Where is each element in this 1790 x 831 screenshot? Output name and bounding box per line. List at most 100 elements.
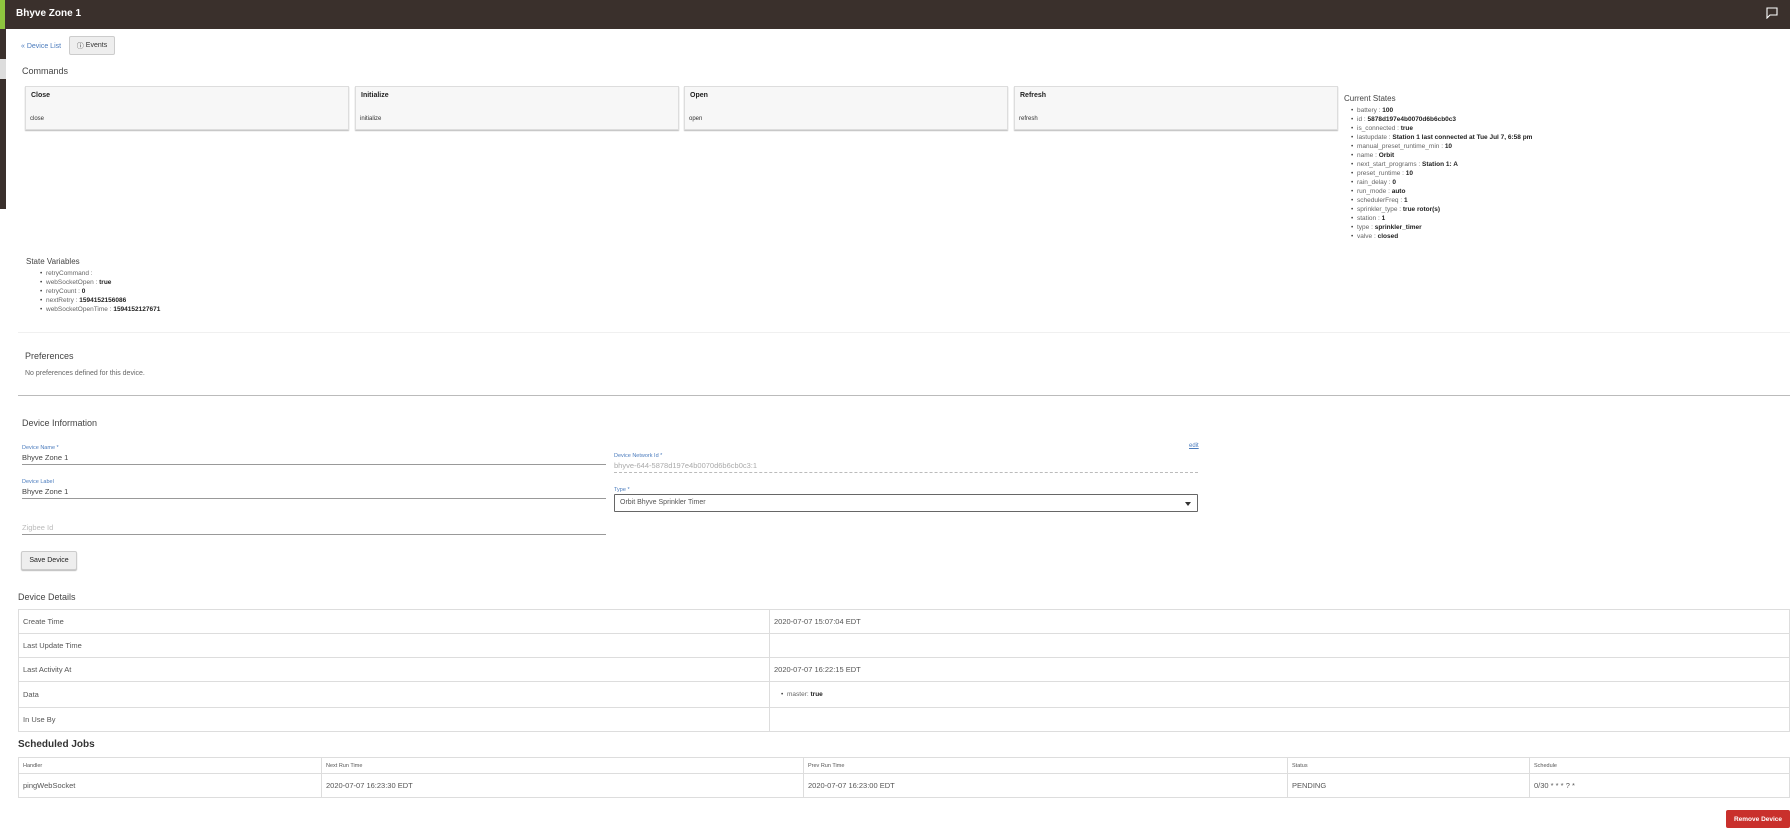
column-header: Schedule — [1529, 757, 1790, 774]
state-item: id : 5878d197e4b0070d6b6cb0c3 — [1344, 115, 1532, 124]
command-arg: refresh — [1019, 116, 1038, 122]
side-strip-highlight — [0, 59, 6, 79]
scheduled-jobs-title: Scheduled Jobs — [18, 739, 95, 750]
state-variable-item: webSocketOpen : true — [26, 278, 160, 287]
top-bar: Bhyve Zone 1 — [0, 0, 1790, 29]
last-activity-value: 2020-07-07 16:22:15 EDT — [769, 657, 1790, 682]
state-item: rain_delay : 0 — [1344, 178, 1532, 187]
command-name: Open — [690, 92, 708, 99]
table-header-row: Handler Next Run Time Prev Run Time Stat… — [18, 757, 1790, 774]
device-label-input[interactable]: Bhyve Zone 1 — [22, 485, 606, 499]
state-item: schedulerFreq : 1 — [1344, 196, 1532, 205]
events-button[interactable]: ⓘ Events — [69, 36, 115, 55]
type-select-value: Orbit Bhyve Sprinkler Timer — [620, 499, 706, 506]
top-bar-accent — [0, 0, 5, 29]
preferences-panel: Preferences No preferences defined for t… — [18, 332, 1790, 396]
command-arg: open — [689, 116, 703, 122]
info-icon: ⓘ — [76, 42, 84, 50]
column-header: Next Run Time — [321, 757, 804, 774]
device-name-input[interactable]: Bhyve Zone 1 — [22, 451, 606, 465]
remove-device-button[interactable]: Remove Device — [1726, 810, 1790, 828]
data-value: master: true — [769, 681, 1790, 708]
command-refresh-button[interactable]: Refresh refresh — [1014, 86, 1338, 130]
command-name: Close — [31, 92, 51, 99]
column-header: Handler — [18, 757, 322, 774]
device-label-field[interactable]: Device Label Bhyve Zone 1 — [22, 479, 606, 499]
device-information-title: Device Information — [22, 418, 98, 428]
column-header: Prev Run Time — [803, 757, 1288, 774]
side-strip — [0, 29, 6, 209]
edit-network-id-link[interactable]: edit — [1189, 443, 1199, 449]
type-label: Type * — [614, 487, 630, 493]
job-next-run: 2020-07-07 16:23:30 EDT — [321, 773, 804, 798]
table-row: pingWebSocket 2020-07-07 16:23:30 EDT 20… — [18, 773, 1790, 798]
zigbee-id-input[interactable]: Zigbee Id — [22, 521, 606, 535]
state-item: battery : 100 — [1344, 106, 1532, 115]
save-device-button[interactable]: Save Device — [21, 551, 77, 570]
state-item: next_start_programs : Station 1: A — [1344, 160, 1532, 169]
device-details-table: Create Time 2020-07-07 15:07:04 EDT Last… — [18, 609, 1790, 732]
command-arg: initialize — [360, 116, 382, 122]
data-item: master: true — [774, 690, 1785, 699]
current-states: Current States battery : 100 id : 5878d1… — [1344, 94, 1532, 241]
command-open-button[interactable]: Open open — [684, 86, 1008, 130]
type-select[interactable]: Orbit Bhyve Sprinkler Timer — [614, 494, 1198, 512]
current-states-title: Current States — [1344, 94, 1396, 103]
state-item: type : sprinkler_timer — [1344, 223, 1532, 232]
state-variable-item: retryCount : 0 — [26, 287, 160, 296]
device-name-field[interactable]: Device Name * Bhyve Zone 1 — [22, 445, 606, 465]
type-label-wrap: Type * — [614, 487, 1198, 493]
state-variable-item: nextRetry : 1594152156086 — [26, 296, 160, 305]
current-states-list: battery : 100 id : 5878d197e4b0070d6b6cb… — [1344, 106, 1532, 241]
state-variable-item: retryCommand : — [26, 269, 160, 278]
state-variables-list: retryCommand : webSocketOpen : true retr… — [26, 269, 160, 314]
state-item: valve : closed — [1344, 232, 1532, 241]
state-item: is_connected : true — [1344, 124, 1532, 133]
zigbee-id-field[interactable]: Zigbee Id — [22, 521, 606, 535]
events-label: Events — [85, 42, 108, 49]
command-initialize-button[interactable]: Initialize initialize — [355, 86, 679, 130]
feedback-icon[interactable] — [1766, 7, 1778, 19]
in-use-label: In Use By — [18, 707, 770, 732]
preferences-text: No preferences defined for this device. — [25, 370, 145, 377]
state-variables-title: State Variables — [26, 257, 80, 266]
state-item: preset_runtime : 10 — [1344, 169, 1532, 178]
network-id-input: bhyve-644-5878d197e4b0070d6b6cb0c3:1 — [614, 459, 1198, 473]
chevron-down-icon — [1185, 502, 1191, 506]
job-prev-run: 2020-07-07 16:23:00 EDT — [803, 773, 1288, 798]
state-item: station : 1 — [1344, 214, 1532, 223]
job-status: PENDING — [1287, 773, 1530, 798]
state-variables: State Variables retryCommand : webSocket… — [26, 257, 160, 314]
table-row: Last Activity At 2020-07-07 16:22:15 EDT — [18, 657, 1790, 682]
device-details-title: Device Details — [18, 592, 76, 602]
create-time-value: 2020-07-07 15:07:04 EDT — [769, 609, 1790, 634]
job-schedule: 0/30 * * * ? * — [1529, 773, 1790, 798]
column-header: Status — [1287, 757, 1530, 774]
job-handler: pingWebSocket — [18, 773, 322, 798]
state-item: lastupdate : Station 1 last connected at… — [1344, 133, 1532, 142]
commands-title: Commands — [22, 66, 69, 76]
command-name: Initialize — [361, 92, 389, 99]
preferences-title: Preferences — [25, 351, 74, 361]
create-time-label: Create Time — [18, 609, 770, 634]
network-id-field: Device Network Id * bhyve-644-5878d197e4… — [614, 453, 1198, 473]
last-update-value — [769, 633, 1790, 658]
table-row: Last Update Time — [18, 633, 1790, 658]
command-name: Refresh — [1020, 92, 1047, 99]
last-update-label: Last Update Time — [18, 633, 770, 658]
last-activity-label: Last Activity At — [18, 657, 770, 682]
command-arg: close — [30, 116, 45, 122]
state-item: manual_preset_runtime_min : 10 — [1344, 142, 1532, 151]
data-label: Data — [18, 681, 770, 708]
table-row: In Use By — [18, 707, 1790, 732]
state-item: name : Orbit — [1344, 151, 1532, 160]
scheduled-jobs-table: Handler Next Run Time Prev Run Time Stat… — [18, 757, 1790, 798]
state-item: run_mode : auto — [1344, 187, 1532, 196]
page-title: Bhyve Zone 1 — [16, 8, 82, 19]
table-row: Data master: true — [18, 681, 1790, 708]
state-variable-item: webSocketOpenTime : 1594152127671 — [26, 305, 160, 314]
command-close-button[interactable]: Close close — [25, 86, 349, 130]
in-use-value — [769, 707, 1790, 732]
device-list-link[interactable]: « Device List — [21, 43, 61, 50]
state-item: sprinkler_type : true rotor(s) — [1344, 205, 1532, 214]
